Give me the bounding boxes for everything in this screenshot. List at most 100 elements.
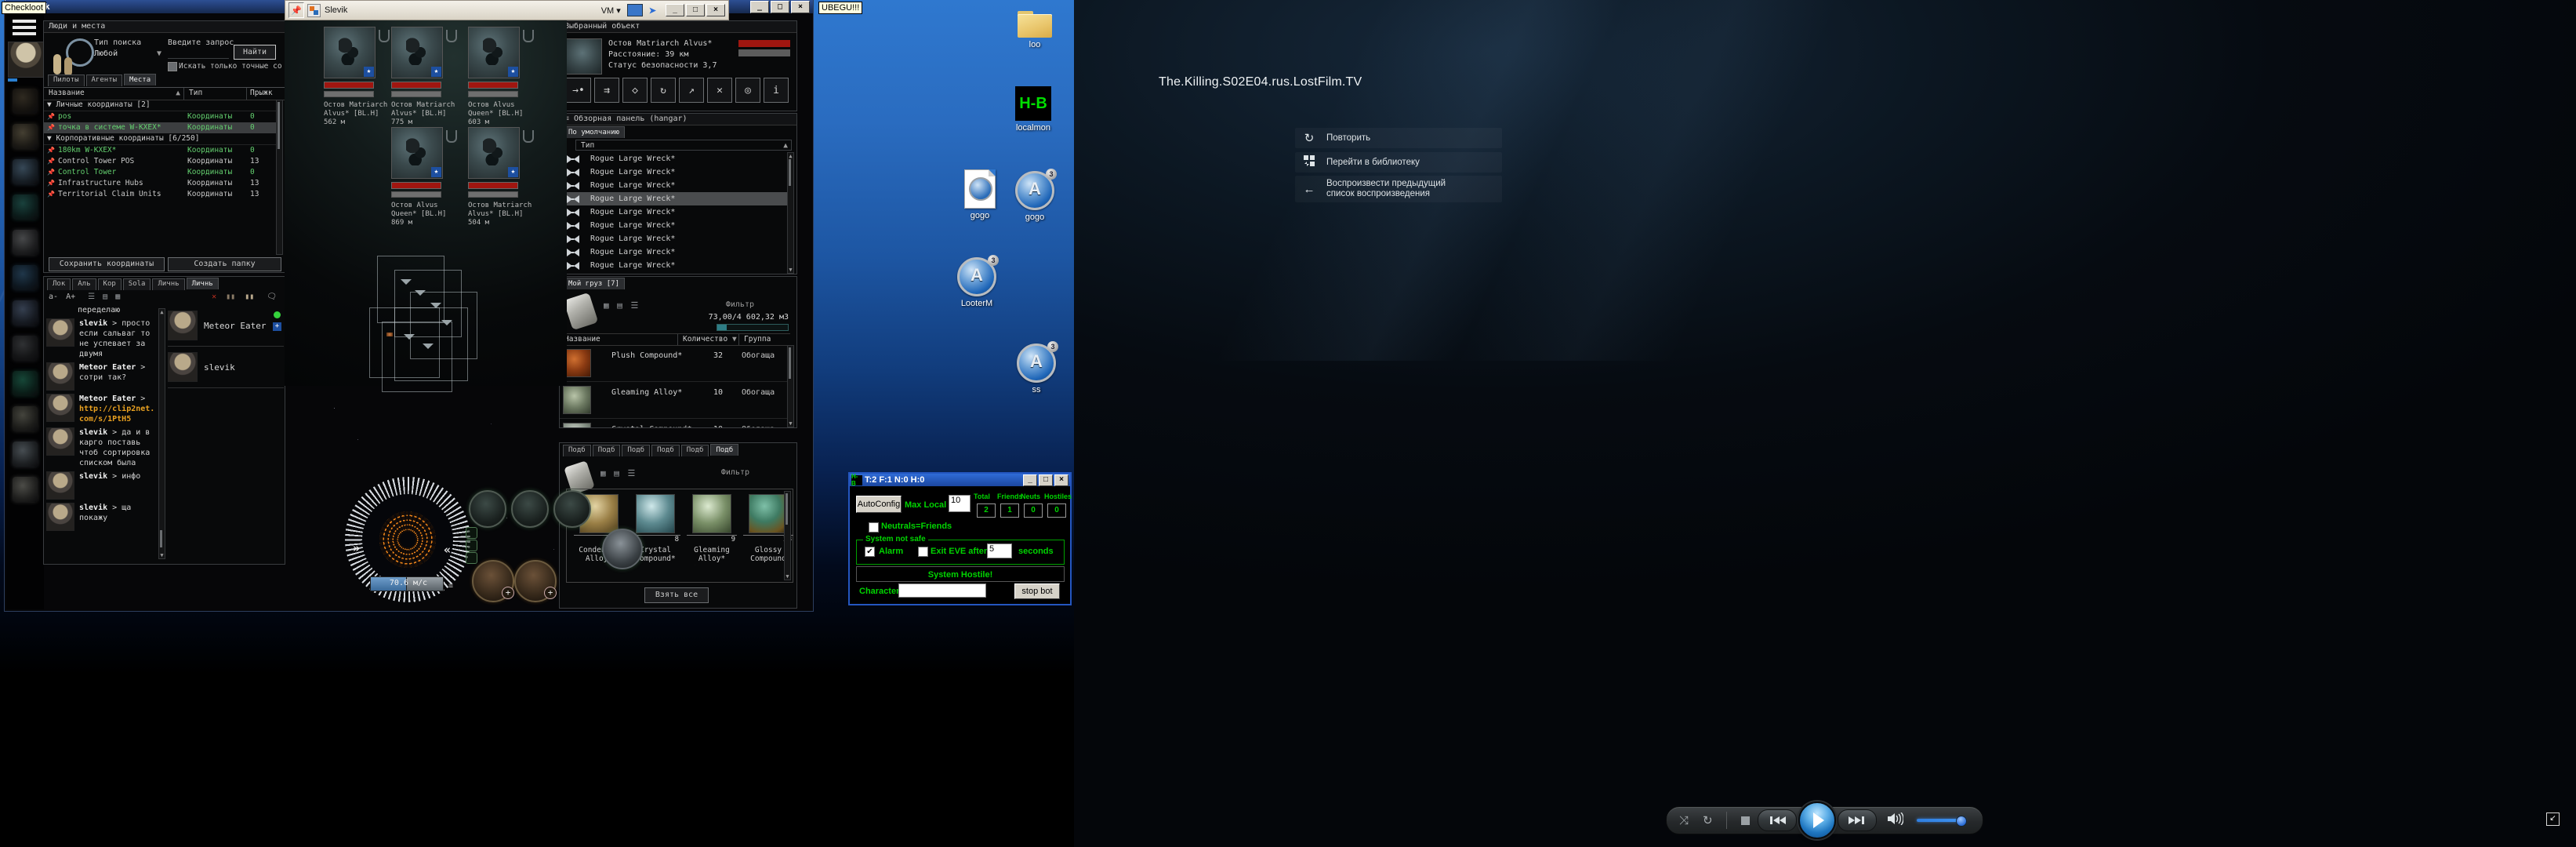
vm-sendkeys-icon[interactable]: ➤ xyxy=(649,5,656,16)
desktop-icon-ss[interactable]: A3ss xyxy=(1007,344,1066,394)
cargo-row[interactable]: Crystal Compound*10Обогаща xyxy=(560,419,790,427)
chat-tab-2[interactable]: Кор xyxy=(98,278,122,290)
pnp-tab-2[interactable]: Места xyxy=(124,74,156,85)
pnp-group-1[interactable]: ▼ Корпоративные координаты [6/250] xyxy=(44,133,277,145)
vm-maximize-button[interactable]: □ xyxy=(686,4,705,16)
player-menu-repeat[interactable]: ↻Повторить xyxy=(1295,128,1502,148)
chat-message[interactable]: Meteor Eater > сотри так? xyxy=(46,362,156,391)
loot-scrollbar[interactable]: ▼ xyxy=(784,491,791,580)
chat-message[interactable]: slevik > инфо xyxy=(46,471,156,500)
neocom-items-icon[interactable] xyxy=(13,442,38,467)
search-input[interactable] xyxy=(168,48,229,59)
vm-menu-button[interactable]: VM ▾ xyxy=(601,5,621,16)
pnp-scrollbar[interactable] xyxy=(276,100,283,255)
group-weapons-icon[interactable] xyxy=(466,527,477,539)
view-compact-icon[interactable]: ☰ xyxy=(88,293,95,301)
bot-close-button[interactable]: × xyxy=(1054,474,1068,486)
loot-tab-2[interactable]: Подб xyxy=(622,445,650,456)
desktop-icon-gogo[interactable]: gogo xyxy=(950,169,1010,220)
character-portrait[interactable] xyxy=(8,42,44,78)
play-button[interactable] xyxy=(1798,802,1836,839)
search-type-dropdown[interactable]: Любой ▼ xyxy=(94,49,161,58)
chat-tab-1[interactable]: Аль xyxy=(72,278,96,290)
neocom-character-sheet-icon[interactable] xyxy=(13,406,38,431)
tractor-beam-module-1[interactable]: + xyxy=(472,560,514,602)
hud-right-arrows-icon[interactable]: « xyxy=(444,543,451,557)
desktop-icon-loo[interactable]: loo xyxy=(1005,5,1065,49)
salvager-module-3[interactable] xyxy=(553,490,591,528)
autoconfig-button[interactable]: AutoConfig xyxy=(856,496,902,513)
neocom-map-icon[interactable] xyxy=(13,265,38,290)
exit-seconds-input[interactable]: 5 xyxy=(987,543,1012,558)
neocom-assets-vault-icon[interactable] xyxy=(13,300,38,325)
chat-bubble-icon[interactable]: 🗨 xyxy=(267,293,277,301)
tractor-beam-module-2[interactable]: + xyxy=(514,560,557,602)
scroll-down-icon[interactable]: ▼ xyxy=(788,267,793,273)
scroll-up-icon[interactable]: ▲ xyxy=(788,153,793,159)
salvager-module-1[interactable] xyxy=(469,490,506,528)
members-large-icon[interactable]: ▮▮ xyxy=(245,293,254,301)
locked-target-card[interactable]: ★Остов AlvusQueen* [BL.H]869 м xyxy=(391,127,441,227)
pnp-row[interactable]: 📌Control TowerКоординаты0 xyxy=(44,167,277,178)
chat-message[interactable]: Meteor Eater > http://clip2net.com/s/1Pt… xyxy=(46,394,156,424)
loot-tab-1[interactable]: Подб xyxy=(593,445,621,456)
vm-console-icon[interactable] xyxy=(627,4,643,16)
find-button[interactable]: Найти xyxy=(234,45,276,60)
chat-message[interactable]: slevik > да и в карго поставь чтоб сорти… xyxy=(46,427,156,468)
pnp-row[interactable]: 📌точка в системе W-KXEX*Координаты0 xyxy=(44,122,277,133)
desktop-icon-LooterM[interactable]: A3LooterM xyxy=(947,257,1007,308)
volume-knob[interactable] xyxy=(1956,816,1967,827)
hud-left-arrows-icon[interactable]: » xyxy=(353,541,360,555)
member-row[interactable]: slevik xyxy=(168,347,284,388)
pnp-row[interactable]: 📌posКоординаты0 xyxy=(44,111,277,122)
hud-menu-icon[interactable]: ≡ xyxy=(448,582,453,591)
members-small-icon[interactable]: ▮▮ xyxy=(226,293,235,301)
loot-tab-3[interactable]: Подб xyxy=(651,445,680,456)
show-info-button[interactable]: i xyxy=(764,78,789,103)
player-menu-library[interactable]: Перейти в библиотеку xyxy=(1295,152,1502,173)
view-detail-icon[interactable]: ▦ xyxy=(115,293,120,301)
chat-tab-3[interactable]: Sola xyxy=(123,278,151,290)
locked-target-card[interactable]: ★Остов MatriarchAlvus* [BL.H]504 м xyxy=(468,127,518,227)
create-folder-button[interactable]: Создать папку xyxy=(168,257,281,271)
group-modules-icon[interactable] xyxy=(466,540,477,551)
overload-plus-icon[interactable]: + xyxy=(502,587,514,599)
neocom-wallet-icon[interactable] xyxy=(13,336,38,361)
maximize-button[interactable]: □ xyxy=(771,1,789,13)
vm-close-button[interactable]: × xyxy=(706,4,725,16)
save-coordinates-button[interactable]: Сохранить координаты xyxy=(49,257,165,271)
shuffle-icon[interactable]: ⤨ xyxy=(1679,814,1689,827)
overload-plus-icon[interactable]: + xyxy=(544,587,557,599)
take-all-button[interactable]: Взять все xyxy=(644,587,709,603)
neocom-market-icon[interactable] xyxy=(13,194,38,220)
scroll-down-icon[interactable]: ▼ xyxy=(788,420,793,427)
chat-tab-0[interactable]: Лок xyxy=(47,278,71,290)
cargo-filter[interactable]: Фильтр xyxy=(726,300,754,309)
view-list-icon[interactable]: ▤ xyxy=(103,293,107,301)
pnp-tab-1[interactable]: Агенты xyxy=(86,75,123,86)
group-utility-icon[interactable] xyxy=(466,552,477,564)
vm-minimize-button[interactable]: _ xyxy=(666,4,684,16)
loot-filter[interactable]: Фильтр xyxy=(721,468,749,477)
pnp-tab-0[interactable]: Пилоты xyxy=(48,75,85,86)
bot-minimize-button[interactable]: _ xyxy=(1023,474,1037,486)
neocom-fitting-icon[interactable] xyxy=(13,159,38,184)
cargo-row[interactable]: Gleaming Alloy*10Обогаща xyxy=(560,382,790,419)
chat-message[interactable]: slevik > ща покажу xyxy=(46,503,156,531)
scroll-down-icon[interactable]: ▼ xyxy=(159,552,165,558)
look-at-button[interactable]: ◎ xyxy=(735,78,760,103)
loot-tab-0[interactable]: Подб xyxy=(563,445,591,456)
vmware-toolbar[interactable]: 📌 Slevik VM ▾ ➤ _ □ × xyxy=(285,0,729,20)
close-button[interactable]: × xyxy=(791,1,810,13)
cap-battery-module[interactable] xyxy=(602,529,643,569)
member-row[interactable]: Meteor Eater+ xyxy=(168,305,284,347)
cargo-scrollbar[interactable]: ▼ xyxy=(787,345,794,427)
neocom-menu-icon[interactable] xyxy=(13,20,36,37)
player-menu-back[interactable]: ←Воспроизвести предыдущийсписок воспроиз… xyxy=(1295,176,1502,202)
neocom-people-and-places-icon[interactable] xyxy=(13,89,38,114)
pnp-row[interactable]: 📌180km W-KXEX*Координаты0 xyxy=(44,145,277,156)
previous-button[interactable] xyxy=(1758,809,1797,831)
exit-fullscreen-icon[interactable]: ↙ xyxy=(2546,812,2560,826)
next-button[interactable] xyxy=(1838,809,1877,831)
view-list-icon[interactable]: ▤ xyxy=(614,468,619,478)
